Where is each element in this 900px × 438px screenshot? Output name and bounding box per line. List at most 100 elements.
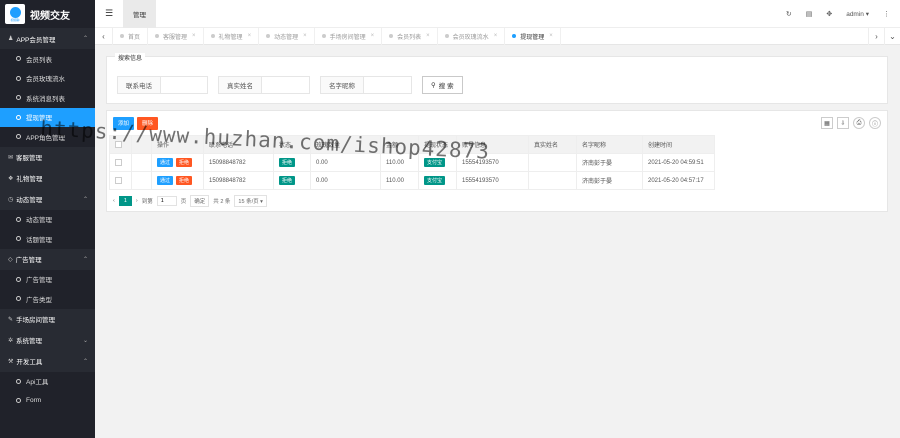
sidebar-group[interactable]: ♟ APP会员管理 ⌃: [0, 28, 95, 49]
index-cell: [131, 153, 152, 172]
tabs-dropdown-icon[interactable]: ⌄: [884, 28, 900, 45]
column-header: 创建时间: [642, 135, 715, 154]
header-current-tab[interactable]: 管理: [123, 0, 156, 28]
sidebar-item[interactable]: 动态管理: [0, 209, 95, 229]
menu-toggle-icon[interactable]: ☰: [95, 8, 123, 19]
close-icon[interactable]: ×: [248, 33, 252, 39]
pay-cell: 支付宝: [418, 153, 457, 172]
tab-dot-icon: [389, 34, 394, 38]
close-icon[interactable]: ×: [549, 33, 553, 39]
page-tab-label: 会员玫瑰流水: [452, 34, 489, 41]
close-icon[interactable]: ×: [371, 33, 375, 39]
close-icon[interactable]: ×: [426, 33, 430, 39]
close-icon[interactable]: ×: [494, 33, 498, 39]
withdraw-table: 操作 联系电话 状态 玫瑰数量 金额 提现状态 账号信息 真实姓名 名字昵称 创建时间 通过 拒绝 1…: [109, 135, 715, 190]
sidebar-item[interactable]: 话题管理: [0, 229, 95, 249]
sidebar-group[interactable]: ◇ 广告管理 ⌃: [0, 248, 95, 270]
fullscreen-icon[interactable]: ✥: [826, 10, 832, 18]
chevron-up-icon: ⌃: [82, 36, 88, 42]
gear-icon: ✲: [8, 337, 14, 344]
per-page-select[interactable]: 15 条/页 ▾: [234, 195, 267, 207]
sidebar-item[interactable]: 系统消息列表: [0, 88, 95, 108]
columns-icon[interactable]: ▦: [821, 117, 833, 129]
sidebar-group[interactable]: ❖ 礼物管理: [0, 167, 95, 189]
tool-icon: ⚒: [8, 358, 14, 365]
export-icon[interactable]: ⇩: [837, 117, 849, 129]
user-menu[interactable]: admin ▾: [846, 10, 869, 18]
circle-icon: [16, 398, 21, 404]
page-tab-label: 动态管理: [274, 34, 299, 41]
real-name-input[interactable]: [262, 76, 310, 94]
page-tab[interactable]: 客服管理 ×: [148, 27, 204, 45]
sidebar-item[interactable]: 提现管理: [0, 107, 95, 127]
sidebar-item[interactable]: 广告管理: [0, 269, 95, 289]
roses-cell: 0.00: [310, 171, 381, 190]
page-tab[interactable]: 礼物管理 ×: [204, 27, 260, 45]
approve-button[interactable]: 通过: [157, 158, 174, 167]
sidebar-item[interactable]: Api工具: [0, 371, 95, 391]
sidebar-item[interactable]: APP角色管理: [0, 127, 95, 147]
sidebar-item[interactable]: 会员列表: [0, 49, 95, 69]
status-badge: 拒绝: [279, 176, 296, 185]
row-checkbox[interactable]: [115, 176, 122, 184]
goto-page-input[interactable]: [156, 196, 177, 206]
page-tab[interactable]: 动态管理 ×: [259, 27, 315, 45]
amount-cell: 110.00: [380, 153, 419, 172]
sidebar-group[interactable]: ⚒ 开发工具 ⌃: [0, 350, 95, 372]
page-tab[interactable]: 提现管理 ×: [505, 27, 561, 45]
table-row: 通过 拒绝 15098848782 拒绝 0.00 110.00 支付宝 1555419357…: [109, 153, 715, 172]
status-cell: 拒绝: [273, 153, 311, 172]
app-logo[interactable]: 视频聊 视频交友: [0, 0, 95, 28]
page-tab[interactable]: 会员玫瑰流水 ×: [438, 27, 506, 45]
prev-page-icon[interactable]: ‹: [113, 198, 115, 204]
brush-icon: ✎: [8, 316, 14, 323]
delete-button[interactable]: 删除: [137, 116, 159, 130]
current-page[interactable]: 1: [118, 196, 132, 206]
sidebar-group[interactable]: ✎ 手场房间管理: [0, 308, 95, 330]
close-icon[interactable]: ×: [192, 33, 196, 39]
row-checkbox[interactable]: [115, 158, 122, 166]
column-header: 名字昵称: [576, 135, 643, 154]
sidebar-group[interactable]: ✉ 客服管理: [0, 146, 95, 168]
reject-button[interactable]: 拒绝: [176, 158, 193, 167]
sidebar-group[interactable]: ◷ 动态管理 ⌃: [0, 188, 95, 210]
search-button[interactable]: ⚲ 搜 索: [422, 76, 463, 94]
phone-input[interactable]: [161, 76, 208, 94]
page-tab[interactable]: 首页: [113, 27, 149, 45]
select-all-checkbox[interactable]: [115, 140, 122, 148]
sidebar-item[interactable]: Form: [0, 391, 95, 411]
more-icon[interactable]: ⋮: [883, 10, 890, 18]
nickname-input[interactable]: [364, 76, 412, 94]
info-icon[interactable]: ⓘ: [869, 117, 881, 129]
checkbox-cell: [109, 171, 132, 190]
sidebar-item[interactable]: 广告类型: [0, 289, 95, 309]
sidebar-group[interactable]: ✲ 系统管理 ⌄: [0, 329, 95, 351]
pay-type-badge: 支付宝: [424, 176, 446, 185]
circle-icon: [16, 56, 21, 62]
sidebar-item-label: 广告类型: [26, 296, 52, 304]
close-icon[interactable]: ×: [303, 33, 307, 39]
next-page-icon[interactable]: ›: [136, 198, 138, 204]
approve-button[interactable]: 通过: [157, 176, 174, 185]
print-icon[interactable]: ⎙: [853, 117, 865, 129]
reject-button[interactable]: 拒绝: [176, 176, 193, 185]
sidebar-item[interactable]: 会员玫瑰流水: [0, 68, 95, 88]
page-tab[interactable]: 会员列表 ×: [382, 27, 438, 45]
goto-ok-button[interactable]: 确定: [190, 195, 210, 207]
tabs-right-icon[interactable]: ›: [868, 28, 884, 45]
sidebar-item-label: 广告管理: [26, 277, 52, 285]
circle-icon: [16, 276, 21, 282]
page-tab[interactable]: 手场房间管理 ×: [315, 27, 383, 45]
actions-cell: 通过 拒绝: [151, 171, 204, 190]
sidebar-item-label: 提现管理: [26, 115, 52, 123]
page-tab-label: 提现管理: [520, 34, 545, 41]
sidebar-item-label: Form: [26, 397, 42, 405]
refresh-icon[interactable]: ↻: [786, 10, 792, 18]
phone-label: 联系电话: [117, 76, 161, 94]
column-header: 真实姓名: [528, 135, 577, 154]
note-icon[interactable]: ▤: [806, 10, 813, 18]
tabs-left-icon[interactable]: ‹: [95, 27, 113, 45]
status-cell: 拒绝: [273, 171, 311, 190]
sidebar-group-label: 开发工具: [16, 359, 43, 366]
add-button[interactable]: 添加: [113, 116, 135, 130]
